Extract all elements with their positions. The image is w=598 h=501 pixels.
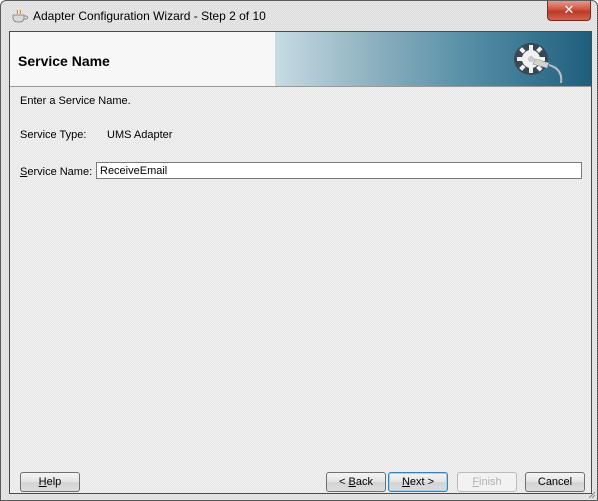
close-button[interactable]: ✕ bbox=[547, 1, 591, 21]
cancel-button[interactable]: Cancel bbox=[525, 472, 585, 492]
wizard-window: Adapter Configuration Wizard - Step 2 of… bbox=[0, 0, 598, 501]
finish-button[interactable]: Finish bbox=[457, 472, 517, 492]
back-label: ack bbox=[355, 476, 373, 488]
back-mnemonic: B bbox=[348, 476, 356, 488]
header-banner bbox=[275, 32, 591, 86]
instruction-text: Enter a Service Name. bbox=[20, 95, 131, 107]
service-name-label-text: ervice Name: bbox=[27, 166, 93, 178]
help-label: elp bbox=[46, 476, 62, 488]
wizard-client-area: Service Name Enter a Service Name. Servi… bbox=[9, 31, 592, 494]
help-button[interactable]: Help bbox=[20, 472, 80, 492]
cancel-label: Cancel bbox=[537, 476, 573, 488]
coffee-cup-icon bbox=[12, 9, 28, 23]
resize-grip-icon[interactable] bbox=[588, 491, 596, 499]
back-button[interactable]: < Back bbox=[326, 472, 386, 492]
finish-label: inish bbox=[479, 476, 502, 488]
help-mnemonic: H bbox=[38, 476, 47, 488]
page-title: Service Name bbox=[18, 53, 110, 69]
close-icon: ✕ bbox=[563, 2, 575, 17]
title-bar[interactable]: Adapter Configuration Wizard - Step 2 of… bbox=[1, 1, 597, 31]
wizard-header: Service Name bbox=[10, 32, 591, 87]
next-mnemonic: N bbox=[401, 476, 410, 488]
next-label: ext > bbox=[409, 476, 435, 488]
window-title: Adapter Configuration Wizard - Step 2 of… bbox=[33, 9, 266, 23]
service-type-value: UMS Adapter bbox=[107, 129, 173, 141]
back-prefix: < bbox=[339, 476, 349, 488]
next-button[interactable]: Next > bbox=[388, 472, 448, 492]
gear-plug-icon bbox=[514, 43, 563, 84]
service-name-label: Service Name: bbox=[20, 166, 92, 178]
service-type-label: Service Type: bbox=[20, 129, 87, 141]
service-name-input[interactable] bbox=[96, 162, 582, 179]
